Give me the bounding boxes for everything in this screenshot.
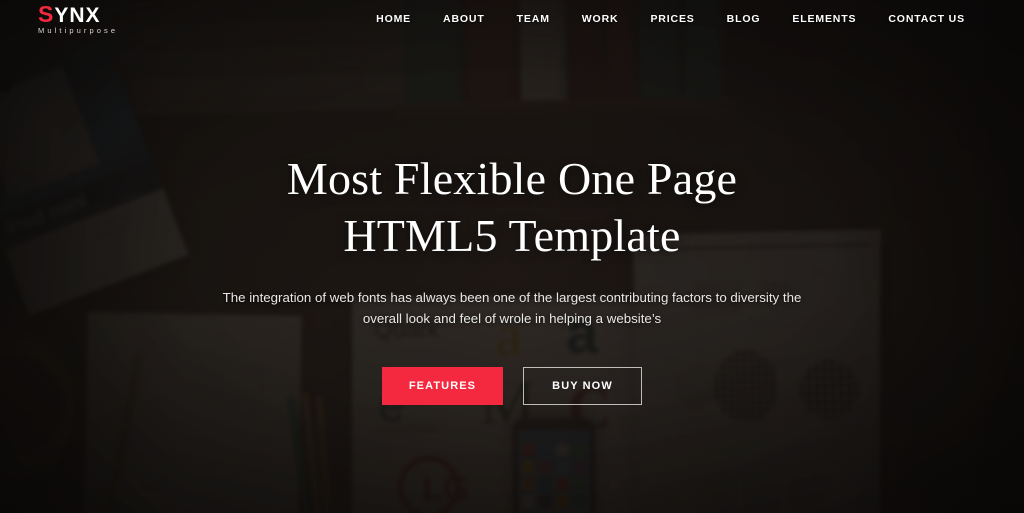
- nav-item-home[interactable]: HOME: [360, 13, 427, 25]
- nav-item-prices[interactable]: PRICES: [634, 13, 710, 25]
- nav-item-elements[interactable]: ELEMENTS: [776, 13, 872, 25]
- nav-item-team[interactable]: TEAM: [501, 13, 566, 25]
- features-button[interactable]: FEATURES: [382, 367, 503, 406]
- hero-button-group: FEATURES BUY NOW: [382, 367, 642, 406]
- logo-tagline: Multipurpose: [38, 26, 119, 36]
- main-navigation: HOME ABOUT TEAM WORK PRICES BLOG ELEMENT…: [360, 13, 981, 25]
- buy-now-button[interactable]: BUY NOW: [523, 367, 642, 406]
- site-logo[interactable]: S YNX Multipurpose: [38, 3, 120, 35]
- nav-item-contact-us[interactable]: CONTACT US: [872, 13, 981, 25]
- logo-rest: YNX: [54, 4, 101, 28]
- nav-item-work[interactable]: WORK: [566, 13, 635, 25]
- hero-title-line-1: Most Flexible One Page: [286, 153, 738, 204]
- nav-item-blog[interactable]: BLOG: [711, 13, 777, 25]
- site-header: S YNX Multipurpose HOME ABOUT TEAM WORK …: [0, 0, 1024, 38]
- hero-subtitle-line-1: The integration of web fonts has always …: [222, 290, 780, 306]
- hero-subtitle: The integration of web fonts has always …: [222, 288, 802, 329]
- nav-item-about[interactable]: ABOUT: [427, 13, 501, 25]
- logo-wordmark: S YNX: [38, 1, 120, 28]
- page-root: iPod mini Features · Compatible · Tech S…: [0, 0, 1024, 513]
- hero-title: Most Flexible One Page HTML5 Template: [287, 150, 737, 264]
- hero-title-line-2: HTML5 Template: [343, 210, 681, 262]
- logo-first-letter: S: [38, 1, 55, 28]
